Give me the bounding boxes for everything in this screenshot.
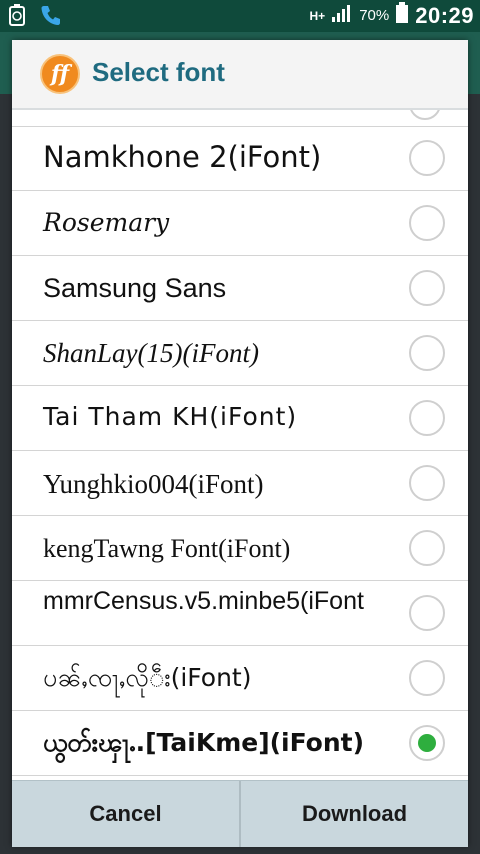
radio-button[interactable] (409, 465, 445, 501)
radio-button[interactable] (409, 110, 441, 120)
dialog-title: Select font (92, 57, 225, 87)
font-item-label: Samsung Sans (43, 273, 227, 303)
radio-button[interactable] (409, 140, 445, 176)
font-item-kengtawng[interactable]: kengTawng Font(iFont) (12, 516, 468, 581)
font-item-taikme[interactable]: ယွတ်းၾႃႉ.[TaiKme](iFont) (12, 711, 468, 776)
font-item-label: ShanLay(15)(iFont) (43, 338, 259, 368)
radio-button-selected[interactable] (409, 725, 445, 761)
font-item-samsung-sans[interactable]: Samsung Sans (12, 256, 468, 321)
battery-icon (395, 2, 409, 29)
radio-button[interactable] (409, 530, 445, 566)
font-item-label: Namkhone 2(iFont) (43, 140, 322, 174)
font-item-label: Tai Tham KH(iFont) (43, 402, 298, 431)
font-item-namkhone[interactable]: Namkhone 2(iFont) (12, 126, 468, 191)
battery-percent: 70% (359, 7, 390, 24)
font-item-tai-tham[interactable]: Tai Tham KH(iFont) (12, 386, 468, 451)
font-item-label: ယွတ်းၾႃႉ.[TaiKme](iFont) (43, 728, 365, 757)
dialog-button-bar: Cancel Download (12, 780, 468, 847)
radio-button[interactable] (409, 595, 445, 631)
radio-button[interactable] (409, 400, 445, 436)
font-item-shan[interactable]: ပၼ်ႇၸႃႇလိုဵး(iFont) (12, 646, 468, 711)
font-item-shanlay[interactable]: ShanLay(15)(iFont) (12, 321, 468, 386)
radio-button[interactable] (409, 270, 445, 306)
font-item-mmrcensus[interactable]: mmrCensus.v5.minbe5(iFont (12, 581, 468, 646)
dialog-header: ff Select font (12, 40, 468, 110)
radio-button[interactable] (409, 335, 445, 371)
signal-icon (331, 3, 353, 28)
recycle-icon (8, 4, 26, 31)
select-font-dialog: ff Select font Namkhone 2(iFont) Rosemar… (12, 40, 468, 847)
download-button[interactable]: Download (241, 781, 468, 847)
status-bar: H+ 70% 20:29 (0, 0, 480, 32)
font-item-rosemary[interactable]: Rosemary (12, 191, 468, 256)
font-item-label: ပၼ်ႇၸႃႇလိုဵး(iFont) (43, 663, 252, 692)
phone-icon (40, 4, 62, 31)
app-logo-icon: ff (40, 54, 80, 94)
cancel-button[interactable]: Cancel (12, 781, 239, 847)
radio-selected-dot (418, 734, 436, 752)
list-item-partial[interactable] (12, 110, 468, 127)
radio-button[interactable] (409, 660, 445, 696)
font-item-label: mmrCensus.v5.minbe5(iFont (43, 587, 364, 615)
font-item-label: Rosemary (43, 208, 170, 237)
clock: 20:29 (415, 2, 474, 28)
font-item-yunghkio[interactable]: Yunghkio004(iFont) (12, 451, 468, 516)
font-item-label: Yunghkio004(iFont) (43, 469, 264, 499)
radio-button[interactable] (409, 205, 445, 241)
font-item-label: kengTawng Font(iFont) (43, 534, 291, 563)
network-type: H+ (309, 8, 326, 23)
font-list[interactable]: Namkhone 2(iFont) Rosemary Samsung Sans … (12, 110, 468, 780)
